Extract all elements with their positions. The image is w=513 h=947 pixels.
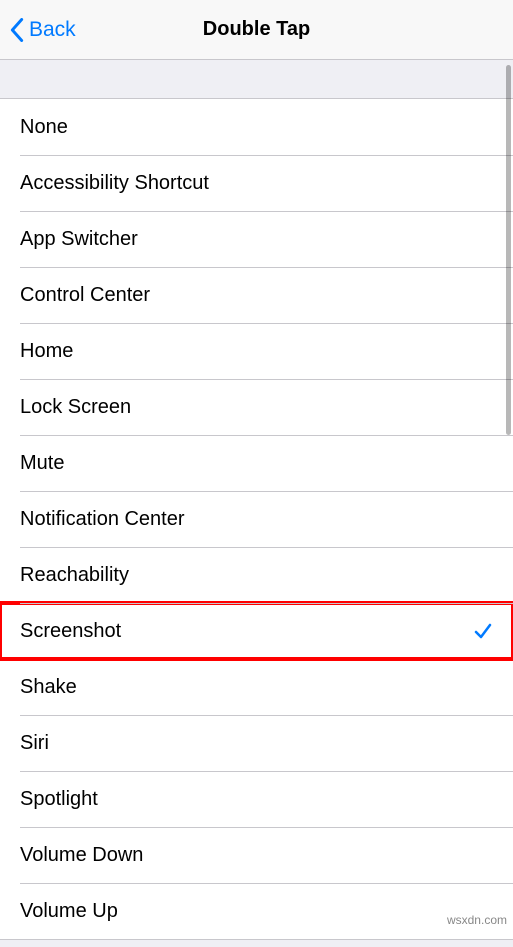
- option-label: Reachability: [20, 564, 493, 587]
- page-title: Double Tap: [0, 18, 513, 41]
- back-button[interactable]: Back: [0, 18, 76, 42]
- option-row[interactable]: Mute: [0, 435, 513, 491]
- option-label: Notification Center: [20, 508, 493, 531]
- option-label: Mute: [20, 452, 493, 475]
- option-label: Lock Screen: [20, 396, 493, 419]
- option-row[interactable]: Control Center: [0, 267, 513, 323]
- checkmark-icon: [473, 621, 493, 641]
- option-label: Siri: [20, 732, 493, 755]
- chevron-left-icon: [10, 18, 24, 42]
- option-label: Spotlight: [20, 788, 493, 811]
- option-label: Screenshot: [20, 620, 473, 643]
- watermark: wsxdn.com: [447, 913, 507, 927]
- back-label: Back: [29, 18, 76, 42]
- option-row[interactable]: Home: [0, 323, 513, 379]
- option-label: App Switcher: [20, 228, 493, 251]
- option-label: Volume Up: [20, 900, 493, 923]
- option-row[interactable]: Volume Down: [0, 827, 513, 883]
- option-label: Home: [20, 340, 493, 363]
- option-row[interactable]: Notification Center: [0, 491, 513, 547]
- option-row[interactable]: Siri: [0, 715, 513, 771]
- navbar: Back Double Tap: [0, 0, 513, 60]
- option-label: Shake: [20, 676, 493, 699]
- section-spacer: [0, 60, 513, 98]
- option-label: Accessibility Shortcut: [20, 172, 493, 195]
- option-label: Volume Down: [20, 844, 493, 867]
- option-row[interactable]: Screenshot: [0, 603, 513, 659]
- option-row[interactable]: None: [0, 99, 513, 155]
- option-row[interactable]: Accessibility Shortcut: [0, 155, 513, 211]
- options-list: None Accessibility Shortcut App Switcher Co…: [0, 98, 513, 940]
- option-row[interactable]: App Switcher: [0, 211, 513, 267]
- option-row[interactable]: Shake: [0, 659, 513, 715]
- option-label: None: [20, 116, 493, 139]
- option-row[interactable]: Volume Up: [0, 883, 513, 939]
- scroll-indicator[interactable]: [506, 65, 511, 435]
- option-row[interactable]: Reachability: [0, 547, 513, 603]
- option-row[interactable]: Spotlight: [0, 771, 513, 827]
- option-label: Control Center: [20, 284, 493, 307]
- option-row[interactable]: Lock Screen: [0, 379, 513, 435]
